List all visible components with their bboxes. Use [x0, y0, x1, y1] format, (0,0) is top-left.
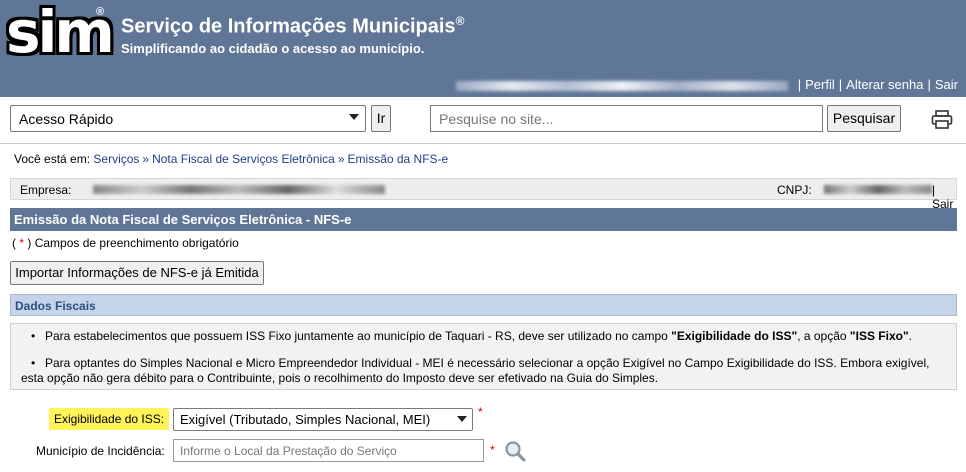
redacted-cnpj: [824, 185, 932, 194]
chevron-down-icon: [349, 114, 359, 120]
fiscal-info-box: • Para estabelecimentos que possuem ISS F…: [10, 323, 957, 390]
breadcrumb-separator: »: [337, 152, 345, 166]
site-header: sim ® Serviço de Informações Municipais®…: [0, 0, 966, 97]
nav-separator: |: [927, 77, 931, 92]
import-nfse-button[interactable]: Importar Informações de NFS-e já Emitida: [10, 261, 264, 285]
printer-icon[interactable]: [931, 110, 953, 130]
info-item: • Para optantes do Simples Nacional e Mic…: [21, 356, 951, 386]
company-label: Empresa:: [20, 183, 72, 197]
breadcrumb-prefix: Você está em:: [14, 152, 91, 166]
title-registered-mark: ®: [455, 14, 465, 28]
breadcrumb-services[interactable]: Serviços: [93, 152, 139, 166]
info-text: Para optantes do Simples Nacional e Micr…: [45, 356, 930, 370]
site-title: Serviço de Informações Municipais®: [121, 14, 464, 39]
info-text: , a opção: [797, 329, 850, 343]
info-text: .: [908, 329, 912, 343]
iss-exigibility-label: Exigibilidade do ISS:: [49, 408, 170, 430]
info-bold-text: "Exigibilidade do ISS": [671, 329, 798, 343]
go-button[interactable]: Ir: [371, 105, 391, 132]
site-search-input[interactable]: Pesquise no site...: [430, 105, 823, 132]
section-title: Emissão da Nota Fiscal de Serviços Eletr…: [10, 208, 957, 231]
required-note: ( * ) Campos de preenchimento obrigatóri…: [12, 236, 239, 250]
municipality-label: Município de Incidência:: [36, 444, 165, 458]
toolbar: Acesso Rápido Ir Pesquise no site... Pes…: [0, 97, 966, 144]
fiscal-data-title: Dados Fiscais: [10, 294, 957, 316]
logout-link[interactable]: Sair: [935, 77, 958, 92]
required-star: *: [478, 405, 483, 419]
required-open: (: [12, 236, 16, 250]
change-password-link[interactable]: Alterar senha: [846, 77, 923, 92]
company-logout-link[interactable]: | Sair: [932, 183, 956, 211]
required-star: *: [490, 443, 495, 457]
profile-link[interactable]: Perfil: [805, 77, 835, 92]
company-bar: Empresa: CNPJ: | Sair: [10, 178, 957, 211]
quick-access-select[interactable]: Acesso Rápido: [10, 105, 366, 132]
search-icon[interactable]: [504, 440, 526, 462]
quick-access-value: Acesso Rápido: [19, 111, 114, 127]
redacted-username: [455, 80, 788, 91]
registered-mark: ®: [96, 6, 105, 18]
info-item: • Para estabelecimentos que possuem ISS F…: [31, 329, 912, 343]
breadcrumb-nfse[interactable]: Nota Fiscal de Serviços Eletrônica: [152, 152, 335, 166]
user-nav: | Perfil | Alterar senha | Sair: [455, 77, 958, 92]
breadcrumb-emissao[interactable]: Emissão da NFS-e: [348, 152, 449, 166]
info-text: esta opção não gera débito para o Contri…: [21, 371, 659, 385]
breadcrumb-separator: »: [142, 152, 150, 166]
required-star: *: [19, 236, 25, 250]
chevron-down-icon: [457, 416, 467, 422]
info-bold-text: "ISS Fixo": [849, 329, 909, 343]
site-subtitle: Simplificando ao cidadão o acesso ao mun…: [121, 41, 425, 56]
site-title-text: Serviço de Informações Municipais: [121, 15, 456, 38]
redacted-company-name: [93, 185, 385, 194]
sim-logo[interactable]: sim ®: [6, 3, 115, 65]
nav-separator: |: [838, 77, 843, 92]
iss-exigibility-value: Exigível (Tributado, Simples Nacional, M…: [180, 412, 431, 427]
search-button[interactable]: Pesquisar: [827, 105, 901, 132]
cnpj-label: CNPJ:: [777, 183, 812, 197]
info-text: Para estabelecimentos que possuem ISS Fi…: [45, 329, 672, 343]
required-text: ) Campos de preenchimento obrigatório: [27, 236, 239, 250]
bullet-icon: •: [31, 356, 36, 370]
nav-separator: |: [797, 77, 802, 92]
breadcrumb: Você está em: Serviços» Nota Fiscal de Se…: [14, 152, 448, 166]
bullet-icon: •: [31, 329, 36, 343]
municipality-input[interactable]: Informe o Local da Prestação do Serviço: [173, 439, 484, 462]
iss-exigibility-select[interactable]: Exigível (Tributado, Simples Nacional, M…: [173, 408, 473, 431]
